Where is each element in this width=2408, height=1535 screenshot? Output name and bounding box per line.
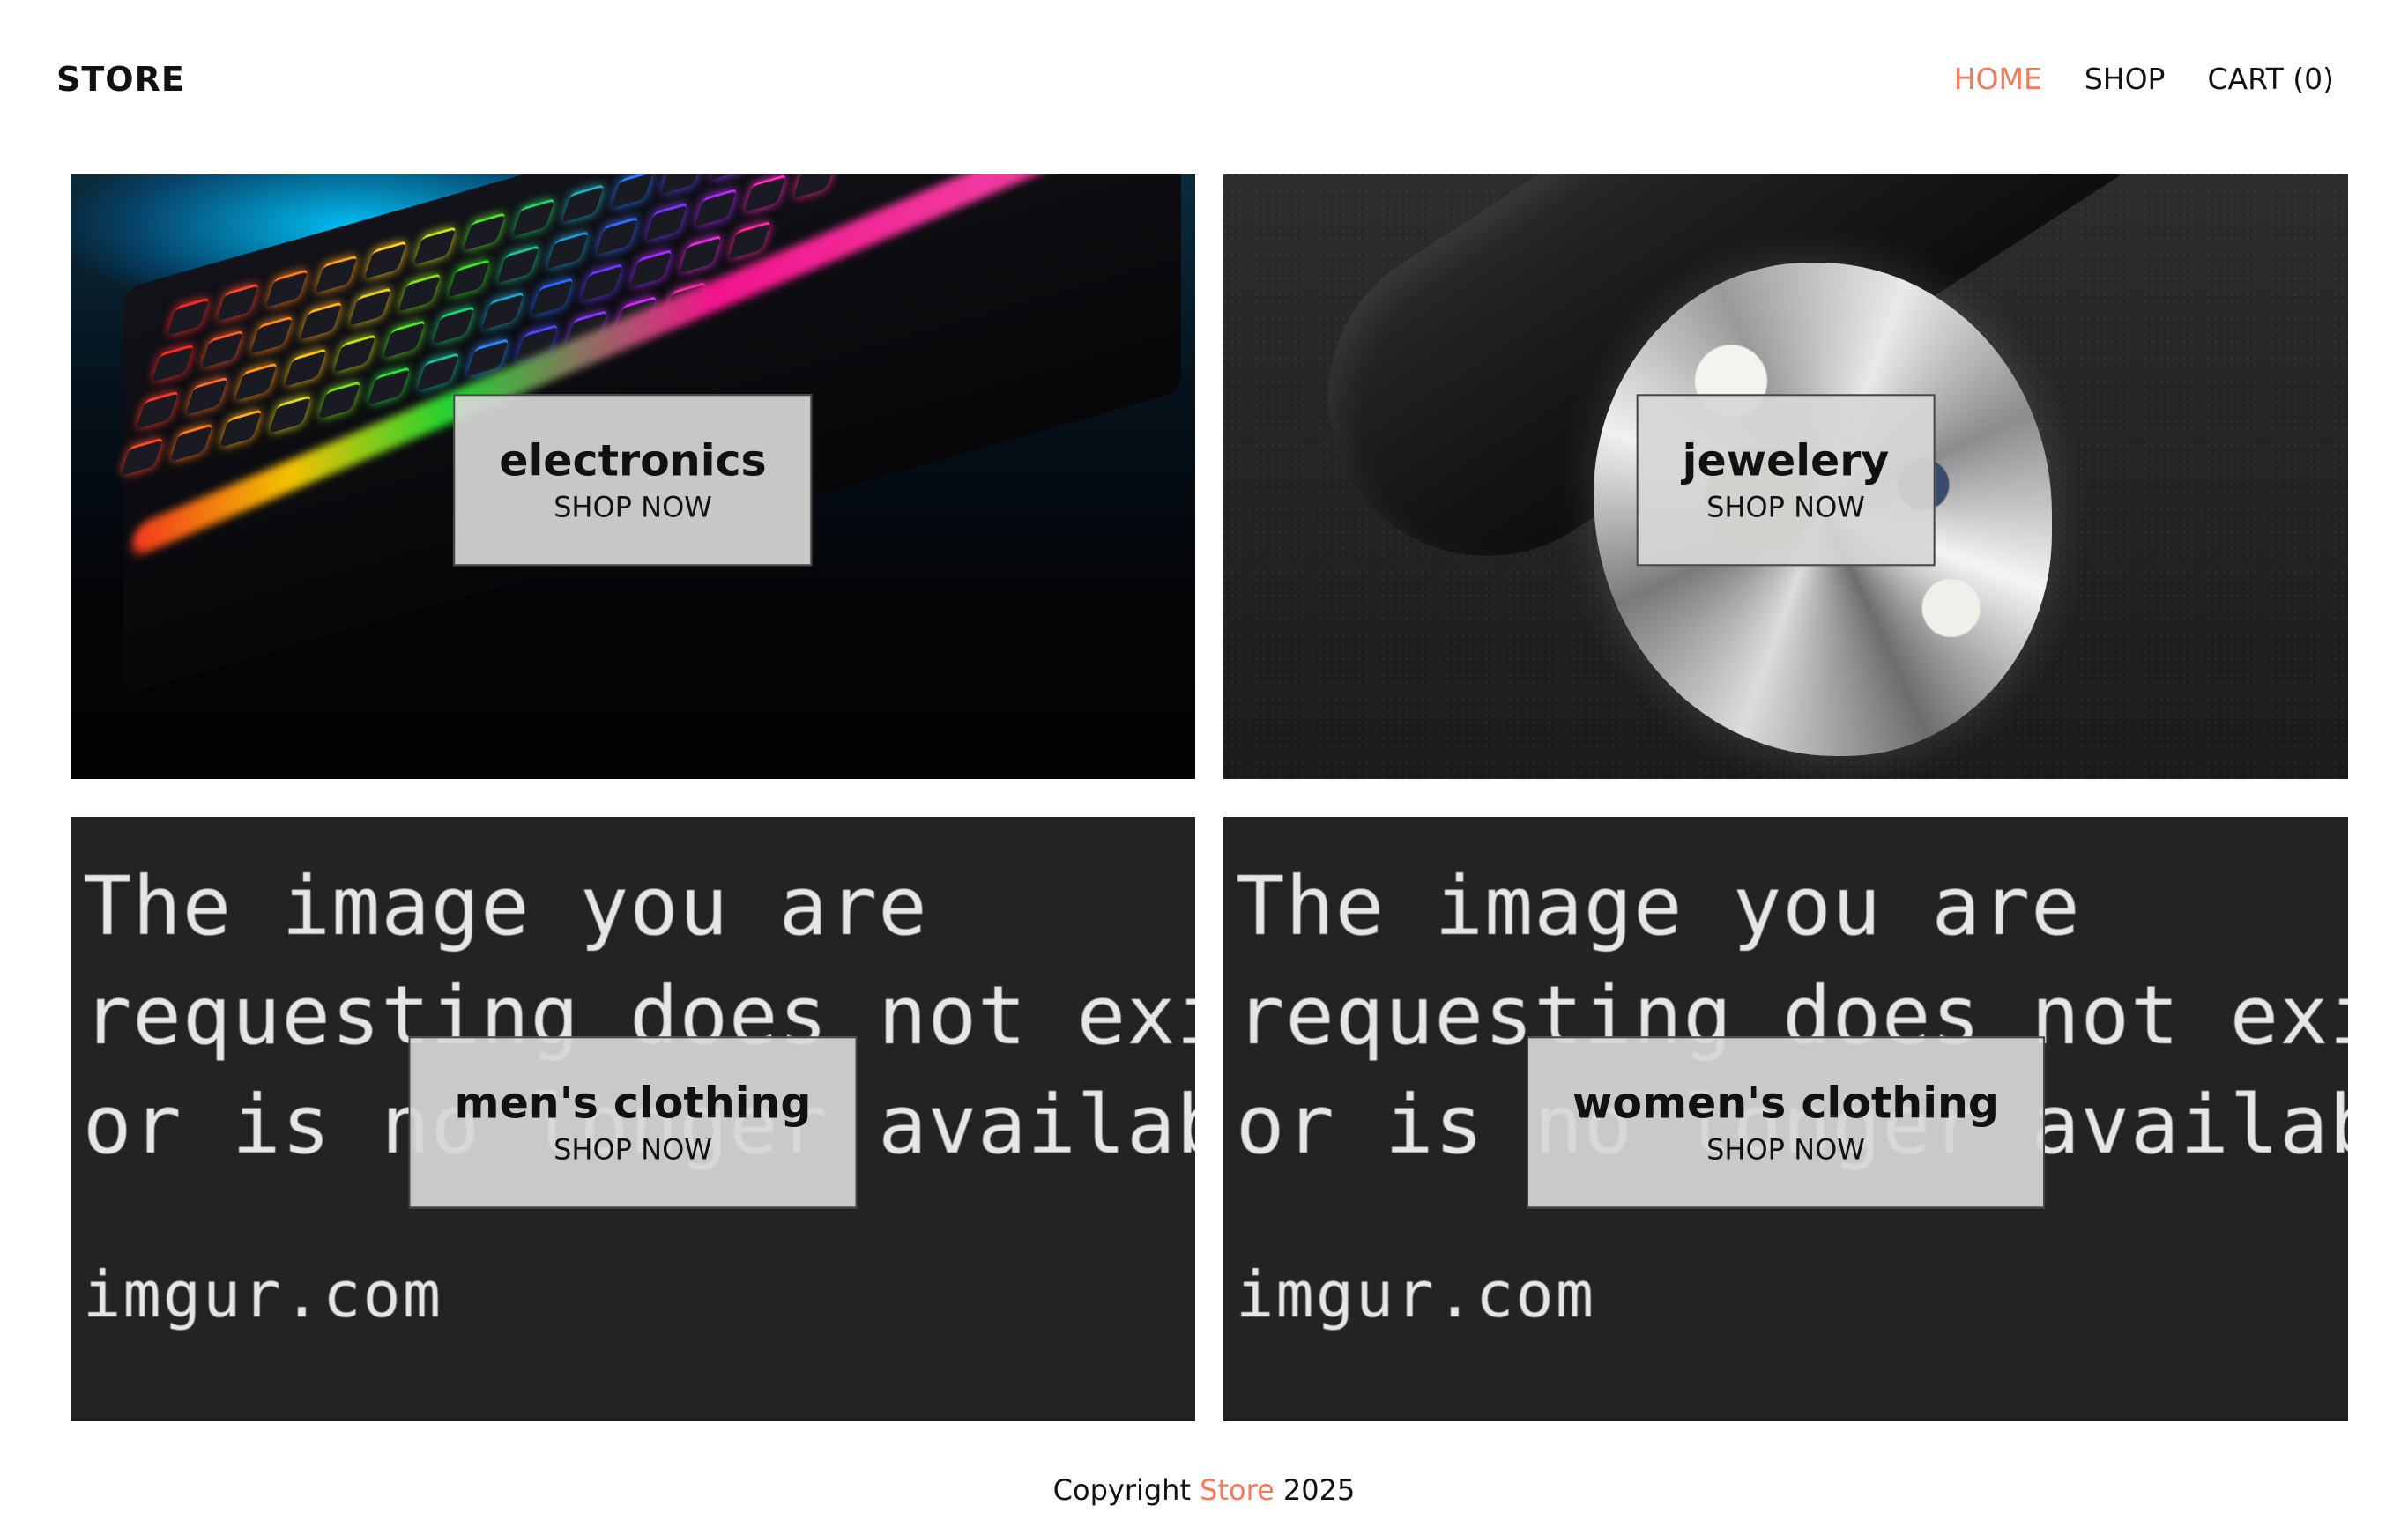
category-tile-electronics[interactable]: electronics SHOP NOW (71, 174, 1195, 779)
placeholder-domain: imgur.com (1236, 1257, 1596, 1331)
site-footer: Copyright Store 2025 (0, 1473, 2408, 1507)
nav-home-link[interactable]: HOME (1954, 62, 2042, 96)
category-overlay[interactable]: men's clothing SHOP NOW (408, 1036, 858, 1209)
category-title: electronics (499, 435, 767, 486)
shop-now-label[interactable]: SHOP NOW (1572, 1133, 1999, 1167)
copyright-prefix: Copyright (1052, 1473, 1191, 1507)
category-tile-womens-clothing[interactable]: The image you are requesting does not ex… (1223, 817, 2348, 1421)
copyright-year: 2025 (1282, 1473, 1356, 1507)
category-overlay[interactable]: jewelery SHOP NOW (1636, 394, 1936, 567)
category-tile-mens-clothing[interactable]: The image you are requesting does not ex… (71, 817, 1195, 1421)
main-nav: HOME SHOP CART (0) (1954, 62, 2334, 96)
shop-now-label[interactable]: SHOP NOW (1683, 491, 1890, 524)
store-logo[interactable]: STORE (56, 60, 185, 99)
category-title: jewelery (1682, 435, 1890, 486)
category-overlay[interactable]: women's clothing SHOP NOW (1527, 1036, 2045, 1209)
placeholder-domain: imgur.com (83, 1257, 443, 1331)
site-header: STORE HOME SHOP CART (0) (0, 0, 2408, 167)
nav-shop-link[interactable]: SHOP (2085, 62, 2166, 96)
category-title: men's clothing (454, 1078, 812, 1129)
category-title: women's clothing (1572, 1078, 1999, 1129)
shop-now-label[interactable]: SHOP NOW (499, 491, 766, 524)
shop-now-label[interactable]: SHOP NOW (455, 1133, 812, 1167)
nav-cart-link[interactable]: CART (0) (2207, 62, 2334, 96)
category-tile-jewelery[interactable]: jewelery SHOP NOW (1223, 174, 2348, 779)
copyright-brand[interactable]: Store (1200, 1473, 1275, 1507)
category-overlay[interactable]: electronics SHOP NOW (453, 394, 813, 567)
